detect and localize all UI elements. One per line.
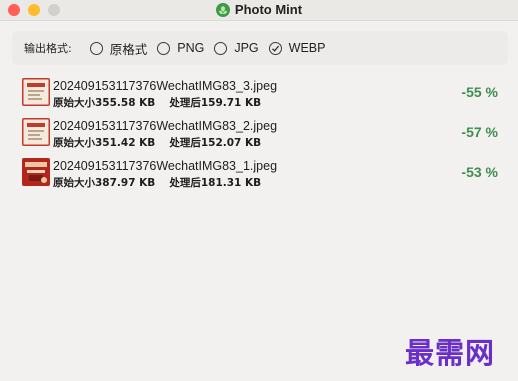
processed-size-label: 处理后 (169, 177, 201, 189)
format-option-png[interactable]: PNG (157, 41, 204, 55)
file-row[interactable]: 202409153117376WechatIMG83_3.jpeg 原始大小35… (12, 72, 508, 112)
processed-size: 181.31 KB (200, 177, 262, 189)
image-thumbnail-icon (22, 118, 50, 146)
file-name: 202409153117376WechatIMG83_3.jpeg (53, 79, 278, 93)
file-row[interactable]: 202409153117376WechatIMG83_2.jpeg 原始大小35… (12, 112, 508, 152)
checkmark-icon (271, 45, 279, 52)
file-sizes: 原始大小387.97 KB 处理后181.31 KB (53, 175, 261, 190)
file-row[interactable]: 202409153117376WechatIMG83_1.jpeg 原始大小38… (12, 152, 508, 192)
radio-original[interactable] (89, 41, 103, 55)
radio-jpg[interactable] (214, 41, 228, 55)
format-option-jpg[interactable]: JPG (214, 41, 259, 55)
original-size: 351.42 KB (95, 137, 156, 149)
radio-webp[interactable] (268, 41, 282, 55)
format-option-label: PNG (177, 41, 205, 55)
original-size: 355.58 KB (95, 97, 156, 109)
original-size-label: 原始大小 (53, 97, 95, 109)
processed-size-label: 处理后 (169, 137, 201, 149)
format-option-label: 原格式 (109, 42, 148, 57)
file-name: 202409153117376WechatIMG83_1.jpeg (53, 159, 278, 173)
processed-size: 159.71 KB (200, 97, 262, 109)
file-list: 202409153117376WechatIMG83_3.jpeg 原始大小35… (12, 72, 508, 360)
original-size-label: 原始大小 (53, 137, 95, 149)
window-title: Photo Mint (234, 2, 303, 17)
original-size: 387.97 KB (95, 177, 156, 189)
reduction-percent: -57 % (461, 124, 498, 140)
title-bar: Photo Mint (0, 0, 518, 21)
window-title-group: Photo Mint (0, 2, 518, 17)
file-sizes: 原始大小351.42 KB 处理后152.07 KB (53, 135, 261, 150)
file-name: 202409153117376WechatIMG83_2.jpeg (53, 119, 278, 133)
file-sizes: 原始大小355.58 KB 处理后159.71 KB (53, 95, 261, 110)
format-option-label: JPG (234, 41, 259, 55)
radio-png[interactable] (157, 41, 171, 55)
reduction-percent: -55 % (461, 84, 498, 100)
reduction-percent: -53 % (461, 164, 498, 180)
format-option-label: WEBP (288, 41, 326, 55)
processed-size-label: 处理后 (169, 97, 201, 109)
mint-leaf-icon (215, 2, 230, 17)
output-format-bar: 输出格式: 原格式 PNG JPG WEBP (12, 31, 508, 65)
processed-size: 152.07 KB (200, 137, 262, 149)
format-option-original[interactable]: 原格式 (89, 39, 148, 58)
output-format-label: 输出格式: (24, 42, 72, 55)
image-thumbnail-icon (22, 78, 50, 106)
format-option-webp[interactable]: WEBP (268, 41, 326, 55)
original-size-label: 原始大小 (53, 177, 95, 189)
image-thumbnail-icon (22, 158, 50, 186)
watermark: 最需网 (405, 336, 496, 370)
